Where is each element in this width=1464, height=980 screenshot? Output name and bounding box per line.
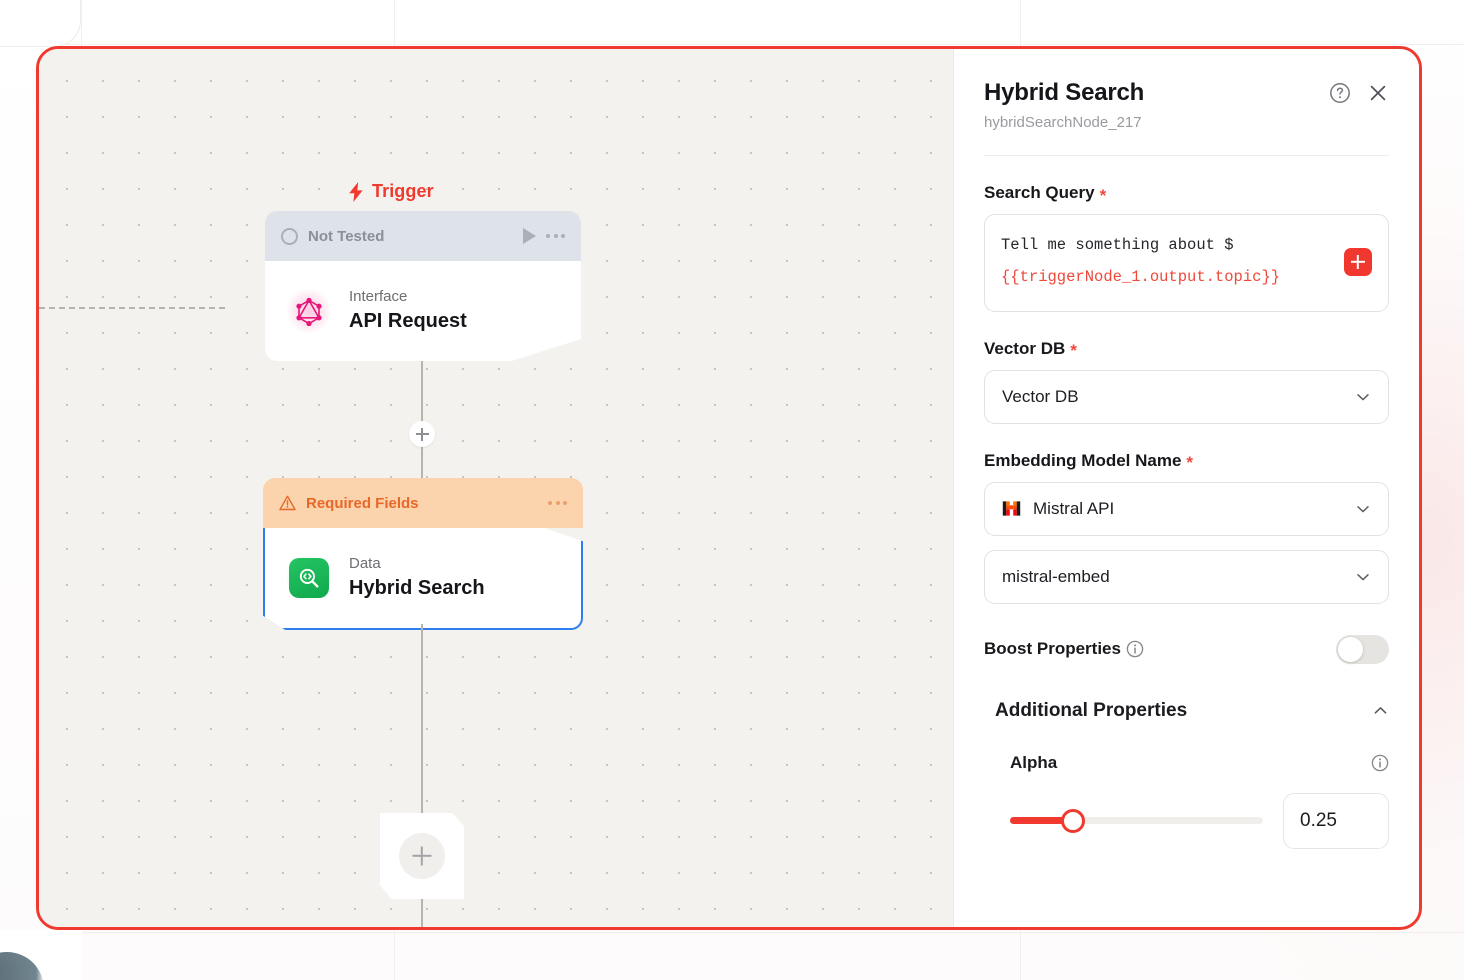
required-marker: *	[1186, 453, 1194, 473]
additional-properties-title: Additional Properties	[995, 699, 1188, 721]
page-title: Hybrid Search	[984, 79, 1145, 106]
node-text-group: Interface API Request	[349, 289, 467, 333]
background-divider-line	[0, 44, 1464, 45]
chevron-down-icon	[1357, 505, 1369, 512]
close-icon[interactable]	[1367, 82, 1389, 104]
embedding-provider-value: Mistral API	[1033, 498, 1115, 518]
chevron-down-icon	[1357, 393, 1369, 400]
node-properties-panel: Hybrid Search hybridSearchNode_217 Searc…	[953, 49, 1419, 927]
additional-properties-section-header[interactable]: Additional Properties	[984, 700, 1389, 722]
background-panel-corner	[0, 0, 80, 46]
background-divider-line	[0, 932, 1464, 933]
embedding-provider-select[interactable]: Mistral API	[984, 481, 1389, 536]
boost-properties-row: Boost Properties	[984, 634, 1389, 664]
embedding-model-select[interactable]: mistral-embed	[984, 549, 1389, 604]
info-icon[interactable]	[1126, 640, 1144, 658]
alpha-slider[interactable]	[1010, 808, 1263, 833]
vector-db-select[interactable]: Vector DB	[984, 369, 1389, 424]
trigger-label-text: Trigger	[372, 181, 434, 201]
more-options-icon[interactable]	[546, 234, 565, 238]
workflow-editor-frame: Trigger Not Tested Interface API Request…	[36, 46, 1422, 930]
vector-db-selected-value: Vector DB	[1002, 386, 1079, 406]
boost-properties-label: Boost Properties	[984, 639, 1121, 659]
vector-db-label-text: Vector DB	[984, 338, 1066, 358]
node-kind-label: Data	[349, 555, 381, 573]
node-status-header[interactable]: Not Tested	[265, 211, 581, 261]
search-query-input[interactable]: Tell me something about $ {{triggerNode_…	[984, 214, 1389, 312]
search-query-label: Search Query *	[984, 183, 1389, 205]
incoming-dashed-connector	[39, 307, 225, 309]
page-root: Trigger Not Tested Interface API Request…	[0, 0, 1464, 980]
search-query-plain-text: Tell me something about $	[1001, 236, 1234, 254]
alpha-value-input[interactable]: 0.25	[1283, 792, 1389, 849]
node-connector	[421, 624, 423, 824]
panel-divider	[984, 155, 1389, 156]
node-status-header[interactable]: Required Fields	[263, 478, 583, 528]
boost-properties-toggle[interactable]	[1336, 634, 1389, 664]
node-text-group: Data Hybrid Search	[349, 556, 485, 600]
warning-triangle-icon	[279, 495, 296, 511]
add-node-placeholder[interactable]	[380, 813, 464, 899]
lightning-bolt-icon	[349, 181, 363, 202]
slider-knob[interactable]	[1061, 808, 1086, 833]
node-body[interactable]: Data Hybrid Search	[263, 528, 583, 630]
node-title-label: Hybrid Search	[349, 576, 485, 599]
chevron-up-icon[interactable]	[1372, 702, 1389, 719]
trigger-label: Trigger	[347, 181, 434, 202]
node-status-label: Not Tested	[308, 227, 385, 245]
play-icon[interactable]	[523, 228, 536, 244]
chevron-down-icon	[1357, 573, 1369, 580]
info-icon[interactable]	[1371, 754, 1389, 772]
graphql-icon	[287, 289, 331, 333]
panel-header-actions	[1329, 79, 1389, 104]
embedding-model-name-label: Embedding Model Name *	[984, 450, 1389, 473]
required-marker: *	[1099, 185, 1107, 205]
embedding-model-name-label-text: Embedding Model Name	[984, 450, 1182, 470]
search-query-value[interactable]: Tell me something about $ {{triggerNode_…	[1001, 230, 1334, 294]
embedding-model-value: mistral-embed	[1002, 566, 1110, 586]
alpha-label: Alpha	[1010, 752, 1058, 772]
alpha-label-row: Alpha	[984, 753, 1389, 773]
node-title-label: API Request	[349, 309, 467, 332]
status-circle-icon	[281, 227, 298, 245]
node-kind-label: Interface	[349, 288, 408, 306]
alpha-control-row: 0.25	[984, 792, 1389, 849]
panel-header: Hybrid Search hybridSearchNode_217	[984, 79, 1389, 131]
panel-heading-group: Hybrid Search hybridSearchNode_217	[984, 79, 1144, 131]
plus-icon	[399, 833, 445, 879]
toggle-knob	[1338, 636, 1363, 662]
help-circle-icon[interactable]	[1329, 82, 1351, 104]
mistral-logo-icon	[1002, 501, 1021, 516]
node-connector	[421, 899, 423, 927]
workflow-canvas[interactable]: Trigger Not Tested Interface API Request…	[39, 49, 953, 927]
vector-db-label: Vector DB *	[984, 338, 1389, 361]
workflow-node-hybrid-search[interactable]: Required Fields Data Hybrid Search	[263, 478, 583, 630]
add-node-inline-button[interactable]	[409, 421, 435, 447]
more-options-icon[interactable]	[548, 501, 567, 505]
node-body[interactable]: Interface API Request	[265, 261, 581, 361]
search-query-label-text: Search Query	[984, 183, 1095, 202]
workflow-node-api-request[interactable]: Not Tested Interface API Request	[265, 211, 581, 361]
node-status-label: Required Fields	[306, 494, 419, 512]
alpha-value: 0.25	[1300, 809, 1337, 831]
required-marker: *	[1070, 341, 1077, 361]
node-id-label: hybridSearchNode_217	[984, 114, 1142, 131]
search-query-template-variable: {{triggerNode_1.output.topic}}	[1001, 267, 1281, 286]
hybrid-search-icon	[287, 556, 331, 600]
add-variable-button[interactable]	[1344, 248, 1372, 276]
